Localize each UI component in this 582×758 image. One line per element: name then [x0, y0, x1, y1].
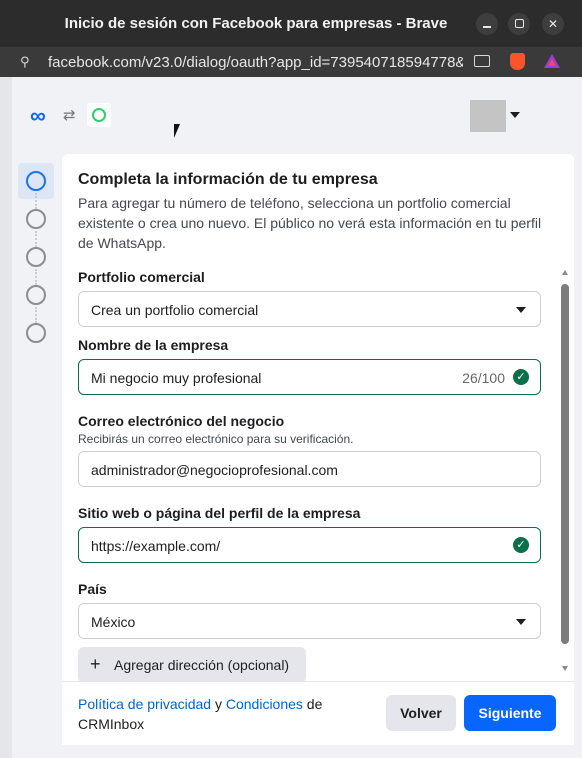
country-value: México [91, 614, 136, 630]
company-name-value: Mi negocio muy profesional [91, 370, 262, 386]
email-field[interactable]: administrador@negocioprofesional.com [78, 451, 541, 487]
country-label: País [78, 581, 107, 597]
mouse-cursor-icon [174, 124, 180, 138]
progress-stepper [18, 163, 54, 353]
scrollbar[interactable] [560, 266, 570, 678]
scroll-down-icon[interactable] [562, 666, 568, 671]
site-settings-icon[interactable]: ⚲ [20, 54, 36, 70]
maximize-button[interactable] [508, 13, 530, 35]
close-window-button[interactable]: ✕ [542, 13, 564, 35]
website-value: https://example.com/ [91, 538, 221, 554]
portfolio-value: Crea un portfolio comercial [91, 302, 259, 318]
scroll-up-icon[interactable] [562, 270, 568, 275]
url-text[interactable]: facebook.com/v23.0/dialog/oauth?app_id=7… [48, 54, 463, 71]
dialog-footer: Política de privacidad y Condiciones de … [62, 681, 574, 745]
email-label: Correo electrónico del negocio [78, 413, 285, 429]
add-address-label: Agregar dirección (opcional) [114, 657, 290, 673]
minimize-button[interactable] [476, 13, 498, 35]
check-circle-icon: ✓ [513, 369, 529, 385]
step-connector [35, 307, 37, 323]
char-counter: 26/100 [462, 370, 505, 386]
chevron-down-icon [516, 307, 526, 313]
company-name-label: Nombre de la empresa [78, 337, 229, 353]
step-4 [26, 285, 46, 305]
background-edge [0, 77, 12, 758]
portfolio-select[interactable]: Crea un portfolio comercial [78, 291, 541, 327]
legal-connector: y [211, 696, 226, 712]
legal-of: de [302, 696, 323, 712]
legal-text: Política de privacidad y Condiciones de … [78, 694, 338, 734]
privacy-policy-link[interactable]: Política de privacidad [78, 696, 211, 712]
minimize-icon [483, 26, 491, 28]
form-intro: Para agregar tu número de teléfono, sele… [78, 195, 542, 251]
step-connector [35, 231, 37, 247]
website-input[interactable]: https://example.com/ ✓ [78, 527, 541, 563]
company-name-input[interactable]: Mi negocio muy profesional 26/100 ✓ [78, 359, 541, 395]
app-name: CRMInbox [78, 716, 145, 732]
swap-arrows-icon: ⇄ [63, 107, 76, 124]
window-titlebar: Inicio de sesión con Facebook para empre… [0, 0, 582, 47]
chevron-down-icon [516, 619, 526, 625]
back-button[interactable]: Volver [386, 695, 456, 731]
check-circle-icon: ✓ [513, 537, 529, 553]
form-scroll-area: Completa la información de tu empresa Pa… [62, 154, 562, 681]
brave-shield-icon[interactable] [510, 53, 525, 70]
portfolio-label: Portfolio comercial [78, 269, 205, 285]
email-value: administrador@negocioprofesional.com [91, 462, 338, 478]
whatsapp-icon [87, 103, 111, 127]
step-5 [26, 323, 46, 343]
step-2 [26, 209, 46, 229]
cast-icon[interactable] [474, 55, 490, 67]
plus-icon: + [90, 654, 101, 674]
dialog-header: ∞ ⇄ [12, 77, 582, 155]
website-label: Sitio web o página del perfil de la empr… [78, 505, 361, 521]
form-card: Completa la información de tu empresa Pa… [62, 154, 574, 681]
step-connector [35, 193, 37, 209]
step-3 [26, 247, 46, 267]
terms-link[interactable]: Condiciones [226, 696, 303, 712]
scrollbar-thumb[interactable] [561, 284, 569, 644]
step-1 [26, 171, 46, 191]
avatar[interactable] [470, 100, 506, 132]
meta-logo-icon: ∞ [30, 103, 46, 128]
chevron-down-icon[interactable] [510, 112, 520, 118]
step-connector [35, 269, 37, 285]
brave-rewards-icon[interactable] [544, 54, 560, 68]
email-hint: Recibirás un correo electrónico para su … [78, 432, 354, 446]
country-select[interactable]: México [78, 603, 541, 639]
maximize-icon [514, 19, 524, 29]
page-title: Completa la información de tu empresa [78, 171, 378, 188]
next-button[interactable]: Siguiente [464, 695, 556, 731]
add-address-button[interactable]: + Agregar dirección (opcional) [78, 647, 306, 681]
address-bar: ⚲ facebook.com/v23.0/dialog/oauth?app_id… [0, 47, 582, 77]
